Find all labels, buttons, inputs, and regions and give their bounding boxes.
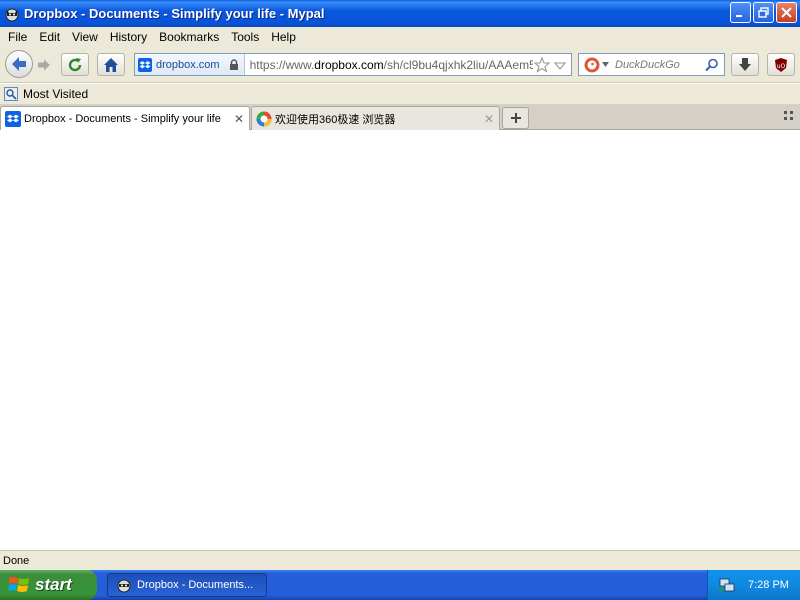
plus-icon xyxy=(510,113,521,123)
url-path: /sh/cl9bu4qjxhk2liu/AAAem5vM xyxy=(383,57,533,72)
svg-text:uO: uO xyxy=(777,63,786,70)
network-tray-icon[interactable] xyxy=(718,576,736,594)
menu-history[interactable]: History xyxy=(104,30,153,44)
window-title: Dropbox - Documents - Simplify your life… xyxy=(24,6,325,21)
url-host: dropbox.com xyxy=(314,57,384,72)
most-visited-icon xyxy=(4,87,18,101)
tab-dropbox[interactable]: Dropbox - Documents - Simplify your life… xyxy=(0,106,250,131)
new-tab-button[interactable] xyxy=(502,107,529,129)
start-button[interactable]: start xyxy=(0,570,97,600)
search-placeholder: DuckDuckGo xyxy=(615,58,680,71)
menu-bar: File Edit View History Bookmarks Tools H… xyxy=(0,27,800,46)
taskbar: start Dropbox - Documents... 7:28 PM xyxy=(0,570,800,600)
tab-title: Dropbox - Documents - Simplify your life xyxy=(24,113,221,125)
back-button[interactable] xyxy=(5,50,33,78)
bookmark-star-icon[interactable] xyxy=(533,56,551,74)
forward-button[interactable] xyxy=(33,55,55,75)
menu-view[interactable]: View xyxy=(66,30,104,44)
home-icon xyxy=(104,57,118,72)
ublock-button[interactable]: uO xyxy=(767,53,795,76)
search-bar[interactable]: DuckDuckGo xyxy=(578,53,725,76)
tab-strip: Dropbox - Documents - Simplify your life… xyxy=(0,104,800,131)
url-bar[interactable]: dropbox.com https://www.dropbox.com/sh/c… xyxy=(134,53,572,76)
status-bar: Done xyxy=(0,550,800,570)
download-arrow-icon xyxy=(739,57,751,71)
home-button[interactable] xyxy=(97,53,125,76)
tab-close-icon[interactable]: ✕ xyxy=(482,112,496,126)
back-arrow-icon xyxy=(12,57,26,71)
url-text[interactable]: https://www.dropbox.com/sh/cl9bu4qjxhk2l… xyxy=(245,58,533,72)
tab-title: 欢迎使用360极速 浏览器 xyxy=(275,113,396,126)
menu-help[interactable]: Help xyxy=(265,30,302,44)
clock[interactable]: 7:28 PM xyxy=(748,579,789,591)
360-browser-icon xyxy=(256,111,272,126)
dropbox-icon xyxy=(5,111,21,127)
system-tray: 7:28 PM xyxy=(707,570,800,600)
reload-icon xyxy=(68,57,82,71)
mypal-raccoon-icon xyxy=(5,8,19,21)
tab-list-grid-icon[interactable] xyxy=(784,111,794,121)
downloads-button[interactable] xyxy=(731,53,759,76)
forward-arrow-icon xyxy=(38,59,50,71)
tab-close-icon[interactable]: ✕ xyxy=(232,112,246,126)
dropbox-icon xyxy=(138,57,152,72)
restore-icon xyxy=(758,7,769,18)
title-bar[interactable]: Dropbox - Documents - Simplify your life… xyxy=(0,0,800,27)
search-icon[interactable] xyxy=(705,58,719,72)
taskbar-item-label: Dropbox - Documents... xyxy=(137,579,254,591)
menu-edit[interactable]: Edit xyxy=(33,30,66,44)
bookmark-most-visited[interactable]: Most Visited xyxy=(23,87,88,101)
close-icon xyxy=(781,7,792,18)
minimize-icon xyxy=(736,15,742,17)
duckduckgo-icon[interactable] xyxy=(584,57,600,73)
url-prefix: https://www. xyxy=(249,57,315,72)
url-dropdown-icon[interactable] xyxy=(553,58,567,72)
site-identity-label: dropbox.com xyxy=(156,58,220,71)
restore-button[interactable] xyxy=(753,2,774,23)
windows-logo-icon xyxy=(8,577,29,592)
status-text: Done xyxy=(3,554,30,567)
ublock-origin-icon: uO xyxy=(775,57,787,72)
lock-icon xyxy=(229,58,238,70)
reload-button[interactable] xyxy=(61,53,89,76)
menu-tools[interactable]: Tools xyxy=(225,30,265,44)
menu-bookmarks[interactable]: Bookmarks xyxy=(153,30,225,44)
minimize-button[interactable] xyxy=(730,2,751,23)
bookmarks-toolbar: Most Visited xyxy=(0,84,800,104)
menu-file[interactable]: File xyxy=(2,30,33,44)
close-button[interactable] xyxy=(776,2,797,23)
tab-360-browser[interactable]: 欢迎使用360极速 浏览器 ✕ xyxy=(251,106,500,130)
site-identity-button[interactable]: dropbox.com xyxy=(135,54,245,75)
search-engine-dropdown-icon[interactable] xyxy=(602,61,609,68)
taskbar-item-mypal[interactable]: Dropbox - Documents... xyxy=(107,573,267,597)
mypal-raccoon-icon xyxy=(117,579,131,593)
start-label: start xyxy=(35,575,72,594)
page-content-area[interactable] xyxy=(0,130,800,550)
